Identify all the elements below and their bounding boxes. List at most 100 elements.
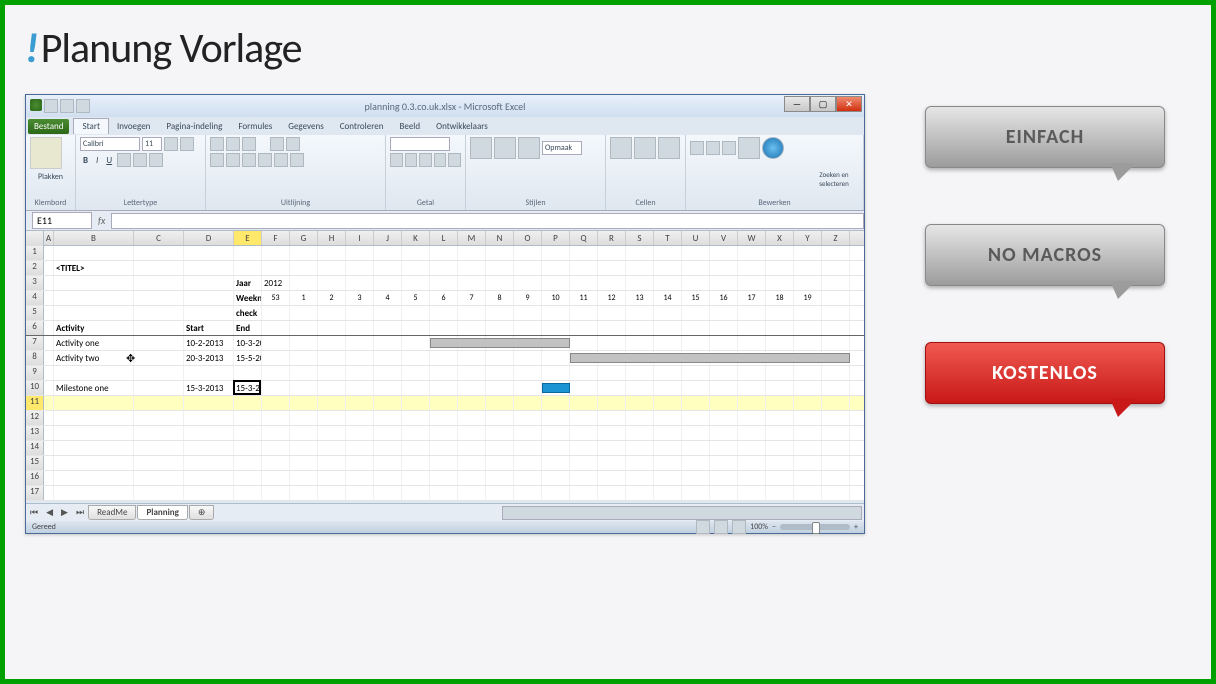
cell-Q6[interactable] [570, 321, 598, 335]
cell-O15[interactable] [514, 456, 542, 470]
cell-B13[interactable] [54, 426, 134, 440]
cell-J17[interactable] [374, 486, 402, 500]
cell-M13[interactable] [458, 426, 486, 440]
cell-B6[interactable]: Activity [54, 321, 134, 335]
cell-X3[interactable] [766, 276, 794, 290]
cell-H12[interactable] [318, 411, 346, 425]
cell-O4[interactable]: 9 [514, 291, 542, 305]
cell-K14[interactable] [402, 441, 430, 455]
cell-Q1[interactable] [570, 246, 598, 260]
cell-Y16[interactable] [794, 471, 822, 485]
spreadsheet[interactable]: ABCDEFGHIJKLMNOPQRSTUVWXYZ 12<TITEL>3Jaa… [26, 231, 864, 501]
cell-N2[interactable] [486, 261, 514, 275]
cell-P15[interactable] [542, 456, 570, 470]
cell-P1[interactable] [542, 246, 570, 260]
cell-Y4[interactable]: 19 [794, 291, 822, 305]
tab-formules[interactable]: Formules [230, 119, 280, 134]
cell-N11[interactable] [486, 396, 514, 410]
cell-D5[interactable] [184, 306, 234, 320]
cell-F3[interactable]: 2012 [262, 276, 290, 290]
cell-G15[interactable] [290, 456, 318, 470]
decimal-dec-icon[interactable] [448, 153, 461, 167]
cell-G10[interactable] [290, 381, 318, 395]
column-header-I[interactable]: I [346, 231, 374, 245]
cell-V1[interactable] [710, 246, 738, 260]
column-header-O[interactable]: O [514, 231, 542, 245]
cell-M1[interactable] [458, 246, 486, 260]
cell-P8[interactable] [542, 351, 570, 365]
cell-X2[interactable] [766, 261, 794, 275]
cell-U6[interactable] [682, 321, 710, 335]
cell-N8[interactable] [486, 351, 514, 365]
row-header-10[interactable]: 10 [26, 381, 44, 395]
gantt-bar-row7[interactable] [430, 338, 570, 348]
cell-K15[interactable] [402, 456, 430, 470]
cell-A17[interactable] [44, 486, 54, 500]
cell-Y6[interactable] [794, 321, 822, 335]
cell-X7[interactable] [766, 336, 794, 350]
cell-K12[interactable] [402, 411, 430, 425]
cell-L4[interactable]: 6 [430, 291, 458, 305]
name-box[interactable]: E11 [32, 212, 92, 229]
cell-F15[interactable] [262, 456, 290, 470]
cell-P9[interactable] [542, 366, 570, 380]
cell-B2[interactable]: <TITEL> [54, 261, 134, 275]
cell-Q4[interactable]: 11 [570, 291, 598, 305]
cell-R17[interactable] [598, 486, 626, 500]
column-header-T[interactable]: T [654, 231, 682, 245]
cell-M17[interactable] [458, 486, 486, 500]
cell-T10[interactable] [654, 381, 682, 395]
cell-M8[interactable] [458, 351, 486, 365]
cell-P4[interactable]: 10 [542, 291, 570, 305]
cell-K3[interactable] [402, 276, 430, 290]
cell-L1[interactable] [430, 246, 458, 260]
cell-C9[interactable] [134, 366, 184, 380]
cell-K11[interactable] [402, 396, 430, 410]
cell-D1[interactable] [184, 246, 234, 260]
cell-Y13[interactable] [794, 426, 822, 440]
cell-U11[interactable] [682, 396, 710, 410]
cell-K7[interactable] [402, 336, 430, 350]
cell-W9[interactable] [738, 366, 766, 380]
cell-H15[interactable] [318, 456, 346, 470]
cell-A1[interactable] [44, 246, 54, 260]
cell-B10[interactable]: Milestone one [54, 381, 134, 395]
cell-W7[interactable] [738, 336, 766, 350]
cell-I10[interactable] [346, 381, 374, 395]
cell-C5[interactable] [134, 306, 184, 320]
cell-M6[interactable] [458, 321, 486, 335]
cell-O5[interactable] [514, 306, 542, 320]
cell-P16[interactable] [542, 471, 570, 485]
cell-D15[interactable] [184, 456, 234, 470]
border-icon[interactable] [117, 153, 131, 167]
cell-P12[interactable] [542, 411, 570, 425]
cell-B15[interactable] [54, 456, 134, 470]
cell-Y17[interactable] [794, 486, 822, 500]
cell-G11[interactable] [290, 396, 318, 410]
cell-V4[interactable]: 16 [710, 291, 738, 305]
cell-N4[interactable]: 8 [486, 291, 514, 305]
cell-N9[interactable] [486, 366, 514, 380]
cell-H10[interactable] [318, 381, 346, 395]
cell-I7[interactable] [346, 336, 374, 350]
cell-J16[interactable] [374, 471, 402, 485]
cell-O2[interactable] [514, 261, 542, 275]
underline-button[interactable]: U [103, 154, 115, 167]
row-header-3[interactable]: 3 [26, 276, 44, 290]
cell-C13[interactable] [134, 426, 184, 440]
cell-X15[interactable] [766, 456, 794, 470]
cell-S14[interactable] [626, 441, 654, 455]
cell-L10[interactable] [430, 381, 458, 395]
cell-H13[interactable] [318, 426, 346, 440]
cell-S6[interactable] [626, 321, 654, 335]
column-header-G[interactable]: G [290, 231, 318, 245]
cell-S4[interactable]: 13 [626, 291, 654, 305]
cell-A4[interactable] [44, 291, 54, 305]
cell-Z15[interactable] [822, 456, 850, 470]
cell-Q12[interactable] [570, 411, 598, 425]
cell-J13[interactable] [374, 426, 402, 440]
indent-dec-icon[interactable] [258, 153, 272, 167]
cell-R5[interactable] [598, 306, 626, 320]
cell-V2[interactable] [710, 261, 738, 275]
column-header-V[interactable]: V [710, 231, 738, 245]
